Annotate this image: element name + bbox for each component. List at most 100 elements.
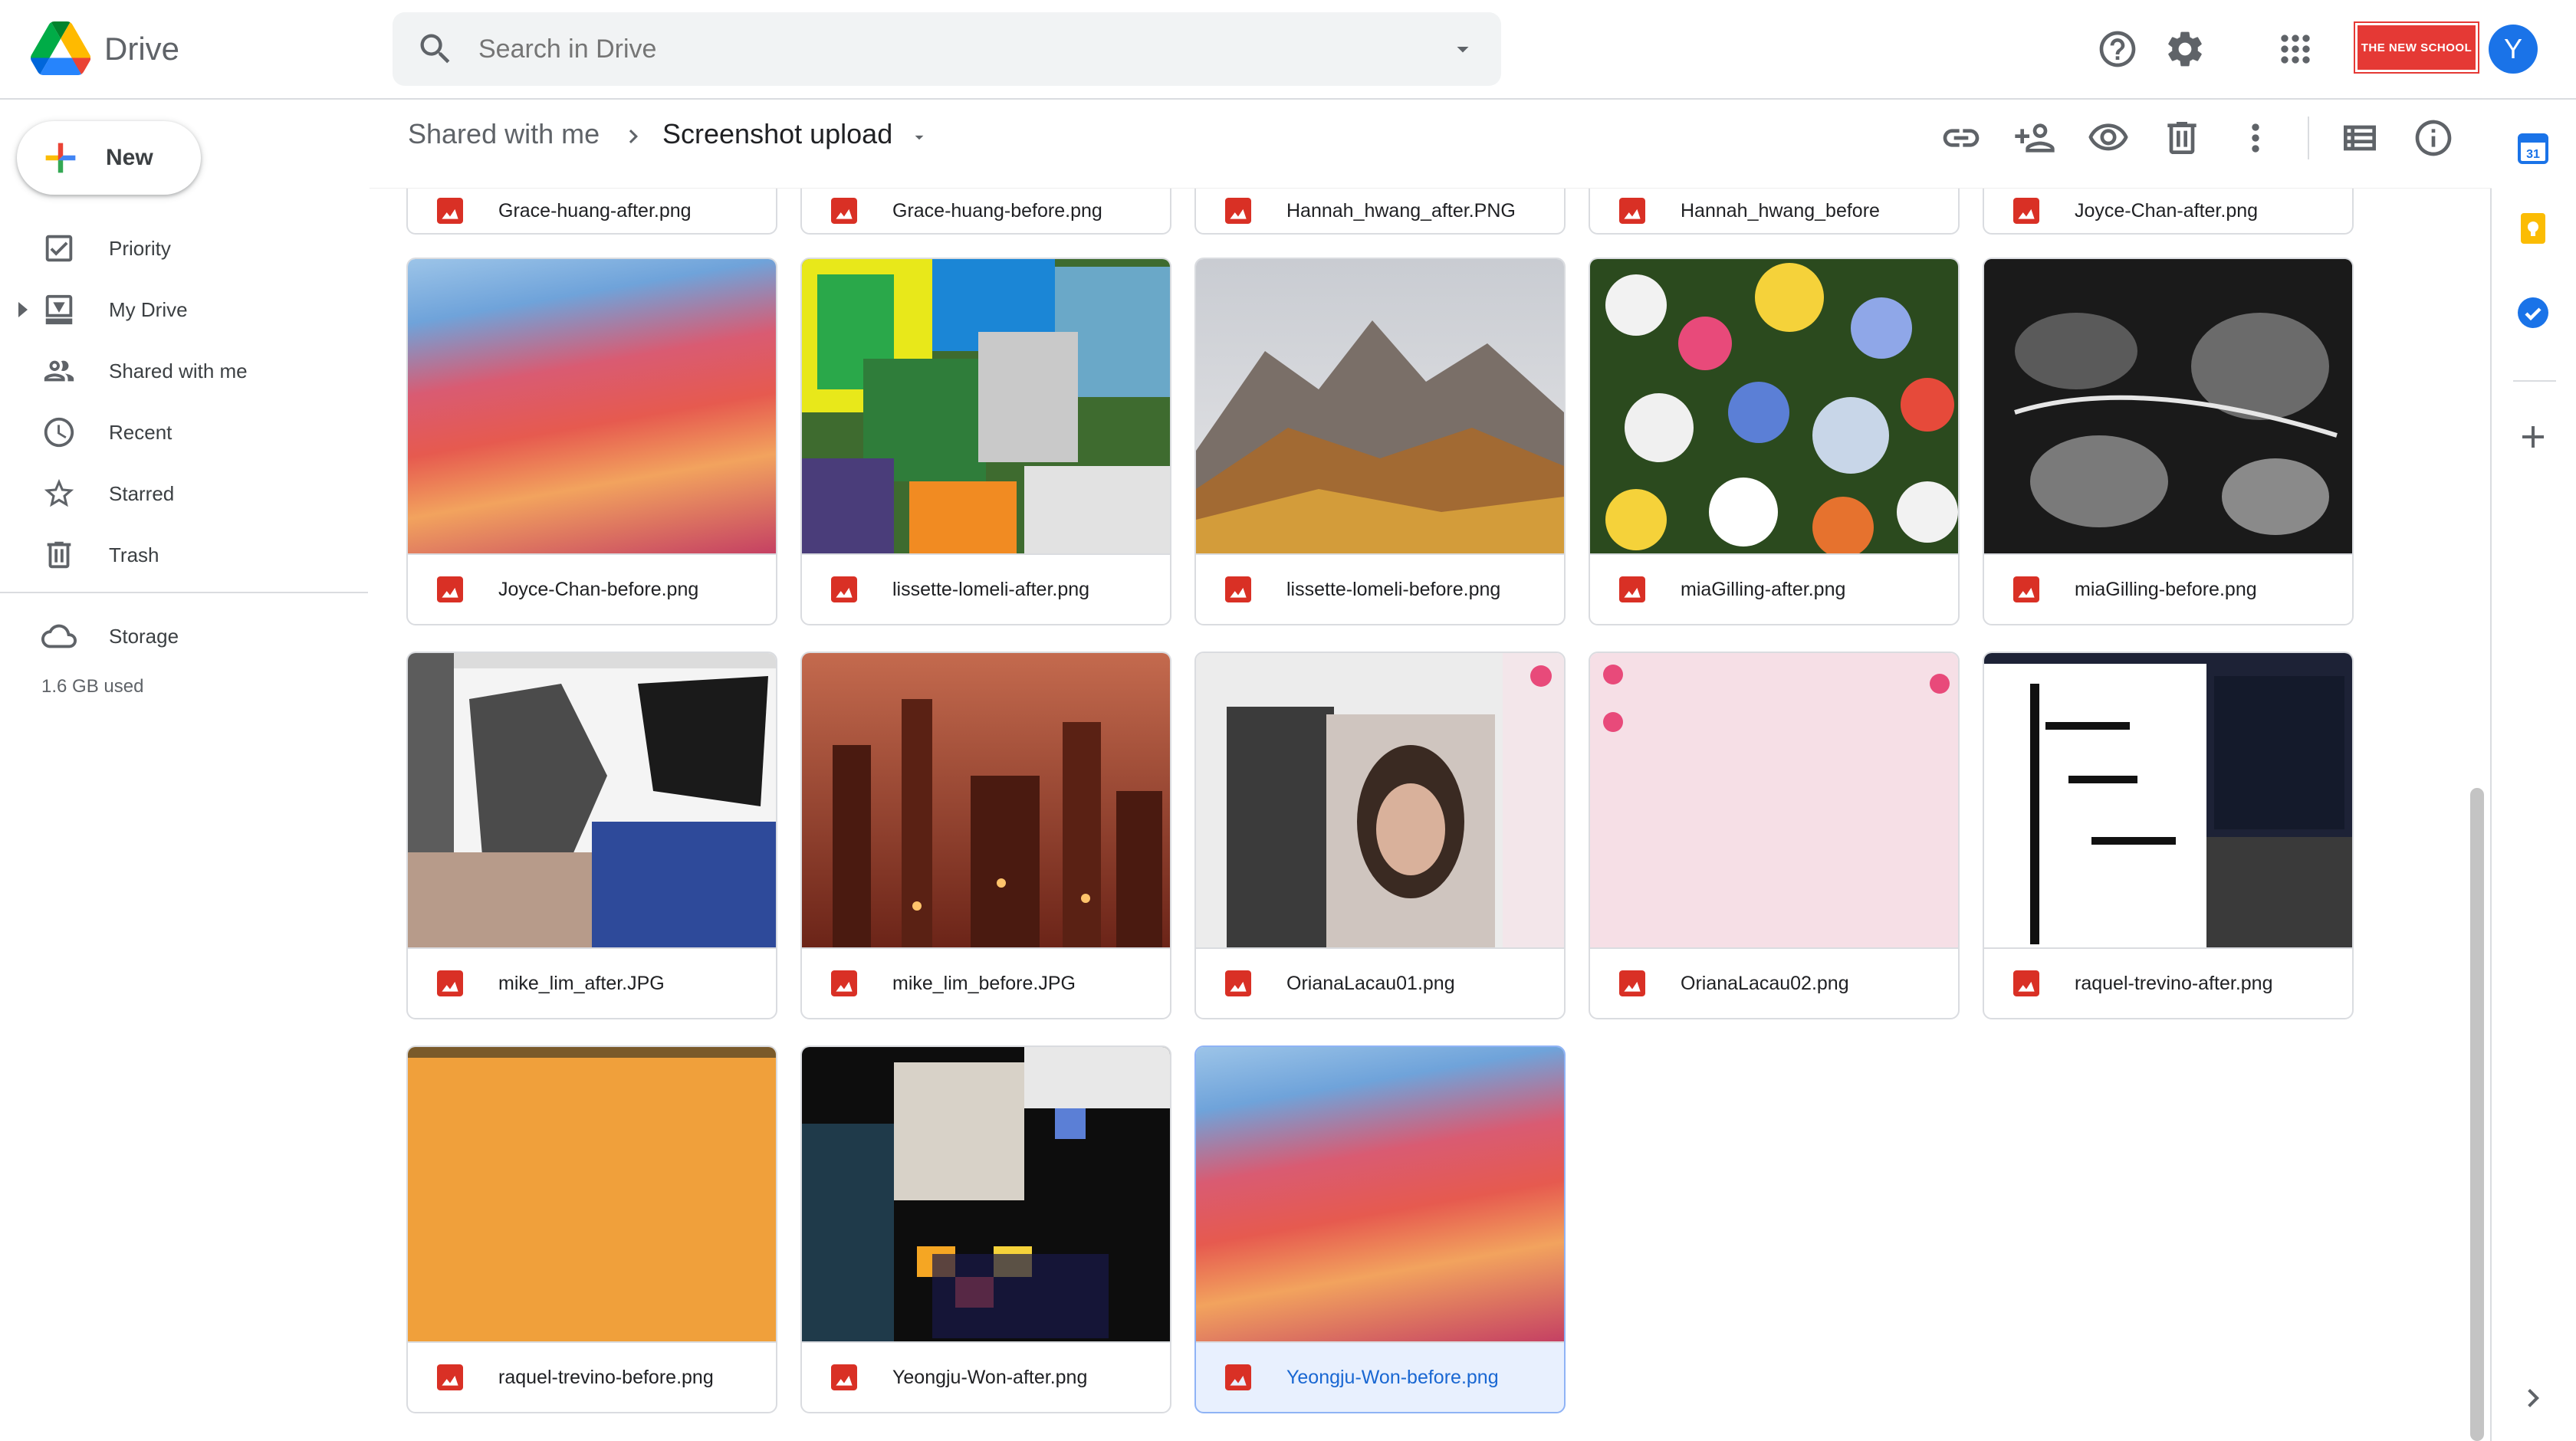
file-card[interactable]: miaGilling-before.png <box>1983 258 2354 625</box>
preview-eye-icon[interactable] <box>2087 117 2130 159</box>
chevron-right-icon[interactable] <box>2515 1380 2551 1416</box>
file-name-row[interactable]: mike_lim_before.JPG <box>802 947 1170 1018</box>
folder-menu-caret-icon[interactable] <box>908 127 931 147</box>
sidebar-item-label: Storage <box>109 624 179 648</box>
sidebar-item-trash[interactable]: Trash <box>0 524 370 586</box>
drive-logo-icon[interactable] <box>31 21 90 75</box>
search-box[interactable] <box>393 12 1501 86</box>
search-options-caret-icon[interactable] <box>1449 35 1477 63</box>
apps-grid-icon[interactable] <box>2274 28 2317 71</box>
sidebar-item-priority[interactable]: Priority <box>0 218 370 279</box>
file-thumbnail[interactable] <box>1196 1047 1564 1343</box>
breadcrumb-root[interactable]: Shared with me <box>408 118 600 150</box>
file-card[interactable]: Hannah_hwang_before <box>1589 189 1960 235</box>
settings-gear-icon[interactable] <box>2164 28 2206 71</box>
file-name-row[interactable]: Joyce-Chan-after.png <box>1984 189 2352 233</box>
file-card[interactable]: Yeongju-Won-after.png <box>800 1045 1171 1413</box>
account-avatar[interactable]: Y <box>2489 25 2538 74</box>
new-button[interactable]: New <box>17 121 201 195</box>
image-file-icon <box>1619 198 1645 224</box>
keep-notes-icon[interactable] <box>2515 210 2551 247</box>
remove-trash-icon[interactable] <box>2160 117 2203 159</box>
file-card[interactable]: mike_lim_before.JPG <box>800 652 1171 1019</box>
file-name-row[interactable]: lissette-lomeli-after.png <box>802 553 1170 624</box>
file-thumbnail[interactable] <box>1984 653 2352 949</box>
image-file-icon <box>437 1364 463 1390</box>
file-name-row[interactable]: OrianaLacau01.png <box>1196 947 1564 1018</box>
file-name-row[interactable]: lissette-lomeli-before.png <box>1196 553 1564 624</box>
view-details-info-icon[interactable] <box>2412 117 2455 159</box>
file-name-row[interactable]: Yeongju-Won-after.png <box>802 1341 1170 1412</box>
file-card[interactable]: mike_lim_after.JPG <box>406 652 777 1019</box>
storage-used-text: 1.6 GB used <box>41 676 144 697</box>
file-name-row[interactable]: miaGilling-before.png <box>1984 553 2352 624</box>
file-card[interactable]: Joyce-Chan-before.png <box>406 258 777 625</box>
file-name-row[interactable]: Hannah_hwang_after.PNG <box>1196 189 1564 233</box>
file-thumbnail[interactable] <box>1590 259 1958 555</box>
search-input[interactable] <box>478 31 1368 67</box>
file-name-row[interactable]: Grace-huang-after.png <box>408 189 776 233</box>
file-card[interactable]: OrianaLacau01.png <box>1194 652 1566 1019</box>
file-name-row[interactable]: miaGilling-after.png <box>1590 553 1958 624</box>
sidebar-item-storage[interactable]: Storage <box>0 606 370 667</box>
sidebar-item-label: Recent <box>109 420 172 444</box>
toolbar-divider <box>2308 117 2309 159</box>
list-view-icon[interactable] <box>2338 117 2381 159</box>
add-addon-plus-icon[interactable] <box>2515 419 2551 455</box>
get-link-icon[interactable] <box>1940 117 1983 159</box>
file-name-row[interactable]: Hannah_hwang_before <box>1590 189 1958 233</box>
scrollbar-thumb[interactable] <box>2470 788 2484 1441</box>
more-actions-icon[interactable] <box>2234 117 2277 159</box>
file-name: Yeongju-Won-after.png <box>892 1366 1088 1388</box>
file-name: lissette-lomeli-before.png <box>1286 578 1501 600</box>
expand-arrow-icon[interactable] <box>18 302 31 317</box>
image-file-icon <box>1225 576 1251 602</box>
file-thumbnail[interactable] <box>802 259 1170 555</box>
file-card[interactable]: lissette-lomeli-after.png <box>800 258 1171 625</box>
file-thumbnail[interactable] <box>408 653 776 949</box>
tasks-icon[interactable] <box>2515 294 2551 331</box>
sidebar-item-starred[interactable]: Starred <box>0 463 370 524</box>
file-card[interactable]: raquel-trevino-after.png <box>1983 652 2354 1019</box>
file-card[interactable]: miaGilling-after.png <box>1589 258 1960 625</box>
sidebar-divider <box>0 592 368 593</box>
file-name: mike_lim_after.JPG <box>498 972 665 994</box>
file-name-row[interactable]: mike_lim_after.JPG <box>408 947 776 1018</box>
file-name-row[interactable]: OrianaLacau02.png <box>1590 947 1958 1018</box>
top-bar: Drive THE NEW SCHOOL Y <box>0 0 2576 100</box>
share-add-person-icon[interactable] <box>2013 117 2056 159</box>
file-card[interactable]: Grace-huang-after.png <box>406 189 777 235</box>
file-card-selected[interactable]: Yeongju-Won-before.png <box>1194 1045 1566 1413</box>
file-card[interactable]: OrianaLacau02.png <box>1589 652 1960 1019</box>
sidebar-item-my-drive[interactable]: My Drive <box>0 279 370 340</box>
file-card[interactable]: Hannah_hwang_after.PNG <box>1194 189 1566 235</box>
file-card[interactable]: raquel-trevino-before.png <box>406 1045 777 1413</box>
file-name-row[interactable]: raquel-trevino-before.png <box>408 1341 776 1412</box>
image-file-icon <box>1619 970 1645 996</box>
file-thumbnail[interactable] <box>1590 653 1958 949</box>
file-thumbnail[interactable] <box>1984 259 2352 555</box>
file-thumbnail[interactable] <box>1196 653 1564 949</box>
file-card[interactable]: lissette-lomeli-before.png <box>1194 258 1566 625</box>
file-thumbnail[interactable] <box>802 1047 1170 1343</box>
file-name-row[interactable]: Joyce-Chan-before.png <box>408 553 776 624</box>
search-icon[interactable] <box>416 29 455 69</box>
file-card[interactable]: Grace-huang-before.png <box>800 189 1171 235</box>
product-name[interactable]: Drive <box>104 31 179 67</box>
file-thumbnail[interactable] <box>408 259 776 555</box>
organization-logo[interactable]: THE NEW SCHOOL <box>2354 21 2479 74</box>
file-thumbnail[interactable] <box>802 653 1170 949</box>
sidebar-item-shared-with-me[interactable]: Shared with me <box>0 340 370 402</box>
image-file-icon <box>2013 970 2039 996</box>
help-icon[interactable] <box>2096 28 2139 71</box>
sidebar-item-recent[interactable]: Recent <box>0 402 370 463</box>
file-name: miaGilling-before.png <box>2075 578 2257 600</box>
calendar-icon[interactable]: 31 <box>2515 130 2551 167</box>
file-name-row[interactable]: Grace-huang-before.png <box>802 189 1170 233</box>
file-thumbnail[interactable] <box>408 1047 776 1343</box>
file-thumbnail[interactable] <box>1196 259 1564 555</box>
file-card[interactable]: Joyce-Chan-after.png <box>1983 189 2354 235</box>
breadcrumb-current-folder[interactable]: Screenshot upload <box>662 118 892 150</box>
file-name-row[interactable]: raquel-trevino-after.png <box>1984 947 2352 1018</box>
file-name-row[interactable]: Yeongju-Won-before.png <box>1196 1341 1564 1412</box>
